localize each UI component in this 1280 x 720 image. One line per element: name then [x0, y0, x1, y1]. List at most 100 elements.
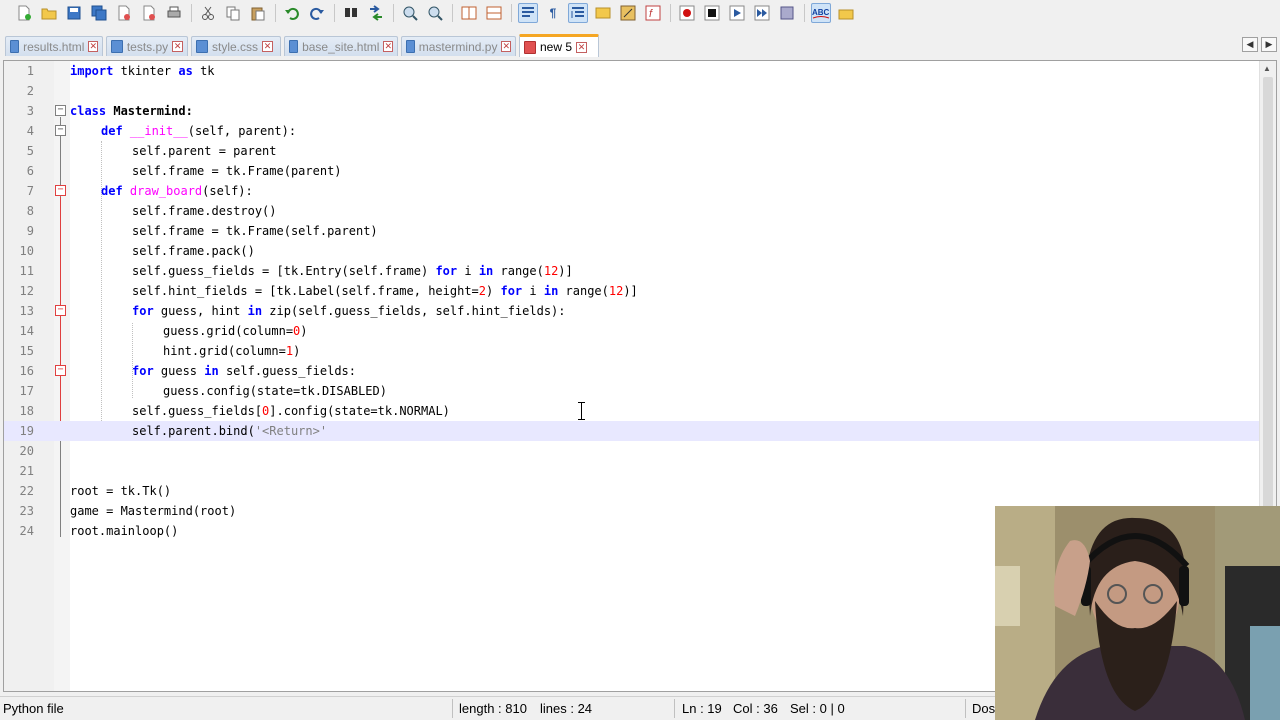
paste-icon[interactable] — [248, 3, 268, 23]
code-text: self.guess_fields: — [218, 364, 356, 378]
code-line: 12 self.hint_fields = [tk.Label(self.fram… — [4, 281, 1260, 301]
toolbar-separator — [393, 4, 394, 22]
code-line: 20 — [4, 441, 1260, 461]
folder-icon[interactable] — [593, 3, 613, 23]
close-icon[interactable] — [114, 3, 134, 23]
save-all-icon[interactable] — [89, 3, 109, 23]
line-number: 13 — [19, 304, 34, 318]
file-icon — [10, 40, 20, 53]
fold-collapse-icon[interactable]: − — [55, 125, 66, 136]
code-text: self.hint_fields = [tk.Label(self.frame,… — [132, 284, 479, 298]
close-icon[interactable]: ✕ — [262, 41, 274, 52]
find-icon[interactable] — [341, 3, 361, 23]
fold-collapse-icon[interactable]: − — [55, 185, 66, 196]
redo-icon[interactable] — [307, 3, 327, 23]
line-ending[interactable]: Dos — [972, 701, 995, 716]
fold-collapse-icon[interactable]: − — [55, 365, 66, 376]
webcam-image — [995, 506, 1280, 720]
stop-record-icon[interactable] — [702, 3, 722, 23]
print-icon[interactable] — [164, 3, 184, 23]
code-line: 16 − for guess in self.guess_fields: — [4, 361, 1260, 381]
tab-tests-py[interactable]: tests.py ✕ — [106, 36, 188, 56]
sync-h-icon[interactable] — [484, 3, 504, 23]
function-list-icon[interactable]: f — [643, 3, 663, 23]
tab-mastermind-py[interactable]: mastermind.py ✕ — [401, 36, 516, 56]
save-icon[interactable] — [64, 3, 84, 23]
replace-icon[interactable] — [366, 3, 386, 23]
show-all-chars-icon[interactable]: ¶ — [543, 3, 563, 23]
keyword: def — [101, 124, 123, 138]
toolbar-separator — [191, 4, 192, 22]
code-text: self.frame.pack() — [132, 244, 255, 258]
indent-guide-icon[interactable] — [568, 3, 588, 23]
new-file-icon[interactable] — [14, 3, 34, 23]
close-icon[interactable]: ✕ — [88, 41, 98, 52]
fold-collapse-icon[interactable]: − — [55, 105, 66, 116]
code-line: 2 — [4, 81, 1260, 101]
code-text: zip(self.guess_fields, self.hint_fields)… — [262, 304, 566, 318]
line-count: lines : 24 — [540, 701, 593, 716]
keyword: for — [132, 304, 154, 318]
save-macro-icon[interactable] — [777, 3, 797, 23]
class-name: Mastermind: — [106, 104, 193, 118]
keyword: for — [435, 264, 458, 278]
word-wrap-icon[interactable] — [518, 3, 538, 23]
keyword: in — [204, 364, 219, 378]
sync-v-icon[interactable] — [459, 3, 479, 23]
cut-icon[interactable] — [198, 3, 218, 23]
svg-text:ABC: ABC — [812, 8, 830, 17]
code-text: tkinter — [113, 64, 179, 78]
document-tabbar: results.html ✕ tests.py ✕ style.css ✕ ba… — [0, 34, 1280, 58]
line-number: 17 — [19, 384, 34, 398]
tab-scroll-left-icon[interactable]: ◀ — [1242, 37, 1258, 52]
close-icon[interactable]: ✕ — [383, 41, 393, 52]
file-icon — [406, 40, 415, 53]
run-multiple-icon[interactable] — [752, 3, 772, 23]
record-macro-icon[interactable] — [677, 3, 697, 23]
zoom-out-icon[interactable] — [425, 3, 445, 23]
status-separator — [452, 699, 453, 718]
selection-info: Sel : 0 | 0 — [790, 701, 845, 716]
tab-label: base_site.html — [302, 39, 380, 54]
line-number: 1 — [26, 64, 34, 78]
code-line: 17 guess.config(state=tk.DISABLED) — [4, 381, 1260, 401]
code-line: 4 − def __init__(self, parent): — [4, 121, 1260, 141]
status-separator — [674, 699, 675, 718]
close-icon[interactable]: ✕ — [501, 41, 511, 52]
spellcheck-icon[interactable]: ABC — [811, 3, 831, 23]
code-line: 14 guess.grid(column=0) — [4, 321, 1260, 341]
code-text: range( — [558, 284, 609, 298]
spellcheck-settings-icon[interactable] — [836, 3, 856, 23]
code-text: ) — [293, 344, 301, 358]
code-text: guess — [153, 364, 205, 378]
line-number: 18 — [19, 404, 34, 418]
code-text: game = Mastermind(root) — [70, 504, 237, 518]
keyword: import — [70, 64, 114, 78]
tab-results-html[interactable]: results.html ✕ — [5, 36, 103, 56]
tab-base-site-html[interactable]: base_site.html ✕ — [284, 36, 398, 56]
tab-new-5[interactable]: new 5 ✕ — [519, 34, 599, 57]
undo-icon[interactable] — [282, 3, 302, 23]
code-line: 7 − def draw_board(self): — [4, 181, 1260, 201]
close-icon[interactable]: ✕ — [576, 41, 588, 53]
tab-style-css[interactable]: style.css ✕ — [191, 36, 281, 56]
main-toolbar: ¶ f ABC — [0, 0, 1280, 26]
code-text: root = tk.Tk() — [70, 484, 172, 498]
cursor-column: Col : 36 — [733, 701, 778, 716]
fold-collapse-icon[interactable]: − — [55, 305, 66, 316]
doc-map-icon[interactable] — [618, 3, 638, 23]
code-line: 18 self.guess_fields[0].config(state=tk.N… — [4, 401, 1260, 421]
copy-icon[interactable] — [223, 3, 243, 23]
code-line: 13 − for guess, hint in zip(self.guess_fie… — [4, 301, 1260, 321]
zoom-in-icon[interactable] — [400, 3, 420, 23]
toolbar-separator — [670, 4, 671, 22]
number-literal: 1 — [285, 344, 294, 358]
play-macro-icon[interactable] — [727, 3, 747, 23]
open-file-icon[interactable] — [39, 3, 59, 23]
tab-scroll-right-icon[interactable]: ▶ — [1261, 37, 1277, 52]
close-all-icon[interactable] — [139, 3, 159, 23]
toolbar-separator — [334, 4, 335, 22]
close-icon[interactable]: ✕ — [172, 41, 183, 52]
scroll-up-icon[interactable]: ▲ — [1263, 64, 1271, 73]
number-literal: 2 — [478, 284, 487, 298]
